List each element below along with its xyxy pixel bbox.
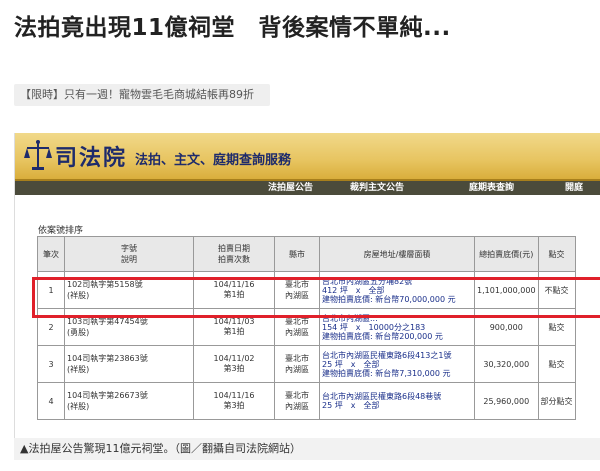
auction-date: 104/11/02 (213, 354, 255, 363)
site-logo-text: 司法院 (55, 145, 128, 171)
col-header-case: 字號 說明 (64, 236, 194, 272)
row-address[interactable]: 台北市內湖區民權東路6段413之1號 25 坪 x 全部 建物拍賣底價: 新台幣7,… (319, 345, 475, 383)
row-city: 臺北市 內湖區 (274, 345, 320, 383)
district-name: 內湖區 (285, 402, 309, 411)
nav-court-schedule[interactable]: 庭期表查詢 (469, 181, 514, 195)
table-row[interactable]: 4 104司執字第26673號 (祥股) 104/11/16 第3拍 臺北市 內湖區 … (37, 382, 576, 420)
row-date: 104/11/16 第3拍 (193, 382, 275, 420)
auction-round: 第3拍 (223, 364, 245, 373)
case-number[interactable]: 104司執字第26673號 (67, 390, 191, 401)
property-address[interactable]: 台北市內湖區民權東路6段48巷號 (322, 392, 472, 401)
property-area: 25 坪 x 全部 (322, 359, 380, 369)
district-name: 內湖區 (285, 328, 309, 337)
auction-table: 筆次 字號 說明 拍賣日期 拍賣次數 縣市 房屋地址/樓層面積 總拍賣底價(元)… (37, 236, 576, 420)
row-case[interactable]: 104司執字第26673號 (祥股) (64, 382, 194, 420)
highlight-box (32, 277, 600, 318)
col-header-index: 筆次 (37, 236, 65, 272)
row-date: 104/11/02 第3拍 (193, 345, 275, 383)
auction-round: 第3拍 (223, 401, 245, 410)
auction-date: 104/11/16 (213, 391, 255, 400)
property-area: 25 坪 x 全部 (322, 401, 380, 410)
sort-label[interactable]: 依案號排序 (38, 223, 83, 236)
auction-date: 104/11/03 (213, 317, 255, 326)
row-index: 3 (37, 345, 65, 383)
site-logo-subtitle: 法拍、主文、庭期查詢服務 (135, 153, 292, 168)
property-address[interactable]: 台北市內湖區民權東路6段413之1號 (322, 351, 472, 360)
district-name: 內湖區 (285, 365, 309, 374)
case-desc: (祥股) (67, 402, 90, 411)
site-banner: 司法院 法拍、主文、庭期查詢服務 (15, 133, 600, 181)
city-name: 臺北市 (285, 354, 309, 363)
col-header-address: 房屋地址/樓層面積 (319, 236, 475, 272)
table-row[interactable]: 3 104司執字第23863號 (祥股) 104/11/02 第3拍 臺北市 內湖區 … (37, 345, 576, 383)
building-price: 建物拍賣底價: 新台幣7,310,000 元 (322, 368, 451, 378)
property-area: 154 坪 x 10000分之183 (322, 322, 426, 332)
row-total: 25,960,000 (474, 382, 539, 420)
nav-auction-notice[interactable]: 法拍屋公告 (268, 181, 313, 195)
nav-judgment-notice[interactable]: 裁判主文公告 (350, 181, 404, 195)
row-city: 臺北市 內湖區 (274, 382, 320, 420)
court-site-screenshot: 司法院 法拍、主文、庭期查詢服務 法拍屋公告 裁判主文公告 庭期表查詢 開庭 依… (14, 133, 600, 438)
case-desc: (勇股) (67, 328, 90, 337)
article-headline: 法拍竟出現11億祠堂 背後案情不單純... (14, 15, 451, 41)
table-header-row: 筆次 字號 說明 拍賣日期 拍賣次數 縣市 房屋地址/樓層面積 總拍賣底價(元)… (37, 236, 576, 272)
case-number[interactable]: 104司執字第23863號 (67, 353, 191, 364)
col-header-city: 縣市 (274, 236, 320, 272)
row-case[interactable]: 104司執字第23863號 (祥股) (64, 345, 194, 383)
scales-of-justice-icon (24, 140, 52, 170)
promo-banner-link[interactable]: 【限時】只有一週！寵物雲毛毛商城結帳再89折 (14, 84, 270, 106)
row-deliver: 點交 (537, 345, 576, 383)
city-name: 臺北市 (285, 391, 309, 400)
col-header-total: 總拍賣底價(元) (474, 236, 539, 272)
site-nav: 法拍屋公告 裁判主文公告 庭期表查詢 開庭 (15, 181, 600, 195)
building-price: 建物拍賣底價: 新台幣200,000 元 (322, 331, 443, 341)
image-caption: ▲法拍屋公告驚現11億元祠堂。（圖／翻攝自司法院網站） (14, 438, 600, 460)
row-index: 4 (37, 382, 65, 420)
row-total: 30,320,000 (474, 345, 539, 383)
nav-court[interactable]: 開庭 (565, 181, 583, 195)
row-address[interactable]: 台北市內湖區民權東路6段48巷號 25 坪 x 全部 (319, 382, 475, 420)
case-desc: (祥股) (67, 365, 90, 374)
col-header-deliver: 點交 (537, 236, 576, 272)
row-deliver: 部分點交 (537, 382, 576, 420)
auction-round: 第1拍 (223, 327, 245, 336)
col-header-date: 拍賣日期 拍賣次數 (193, 236, 275, 272)
